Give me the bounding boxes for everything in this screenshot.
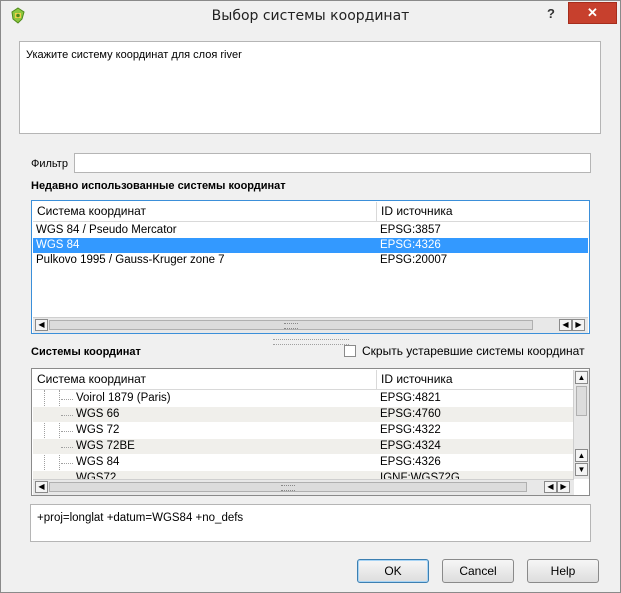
table-header: Система координат ID источника [33, 202, 588, 222]
ok-button[interactable]: OK [357, 559, 429, 583]
hide-deprecated-checkbox[interactable] [344, 345, 356, 357]
scrollbar-thumb[interactable] [49, 320, 533, 330]
crs-id: EPSG:3857 [380, 224, 441, 236]
crs-name: Pulkovo 1995 / Gauss-Kruger zone 7 [36, 254, 225, 266]
proj-definition: +proj=longlat +datum=WGS84 +no_defs [30, 504, 591, 542]
scroll-right-icon[interactable]: ▶ [572, 319, 585, 331]
grip-icon [284, 323, 298, 329]
title-bar: Выбор системы координат ? ✕ [1, 1, 620, 32]
scroll-left-icon[interactable]: ◀ [35, 319, 48, 331]
crs-name: Voirol 1879 (Paris) [76, 392, 171, 404]
crs-id: EPSG:4326 [380, 456, 441, 468]
window-title: Выбор системы координат [211, 8, 410, 24]
scroll-left-icon[interactable]: ◀ [544, 481, 557, 493]
cancel-button[interactable]: Cancel [442, 559, 514, 583]
grip-icon [281, 485, 295, 491]
tree-row[interactable]: WGS 72BE EPSG:4324 [33, 439, 574, 454]
scroll-left-icon[interactable]: ◀ [559, 319, 572, 331]
horizontal-scrollbar[interactable]: ◀ ◀ ▶ [33, 317, 588, 333]
crs-id: EPSG:4760 [380, 408, 441, 420]
table-row-selected[interactable]: WGS 84 EPSG:4326 [33, 238, 588, 253]
tree-row[interactable]: Voirol 1879 (Paris) EPSG:4821 [33, 391, 574, 406]
crs-name: WGS 84 [36, 239, 80, 251]
crs-id: EPSG:4324 [380, 440, 441, 452]
column-header-crs[interactable]: Система координат [33, 202, 377, 221]
scroll-right-icon[interactable]: ▶ [557, 481, 570, 493]
table-header: Система координат ID источника [33, 370, 573, 390]
column-header-source-id[interactable]: ID источника [377, 370, 575, 389]
scroll-up-icon[interactable]: ▲ [575, 371, 588, 384]
recent-crs-table[interactable]: Система координат ID источника WGS 84 / … [31, 200, 590, 334]
vertical-scrollbar[interactable]: ▲ ▲ ▼ [573, 370, 589, 479]
scrollbar-thumb[interactable] [49, 482, 527, 492]
crs-id: EPSG:4322 [380, 424, 441, 436]
scroll-up-icon[interactable]: ▲ [575, 449, 588, 462]
close-button[interactable]: ✕ [568, 2, 617, 24]
crs-id: IGNF:WGS72G [380, 472, 460, 479]
crs-selector-dialog: Выбор системы координат ? ✕ Укажите сист… [0, 0, 621, 593]
tree-row[interactable]: WGS 84 EPSG:4326 [33, 455, 574, 470]
table-row[interactable]: Pulkovo 1995 / Gauss-Kruger zone 7 EPSG:… [33, 253, 588, 268]
column-header-source-id[interactable]: ID источника [377, 202, 589, 221]
crs-id: EPSG:4821 [380, 392, 441, 404]
filter-label: Фильтр [31, 158, 68, 170]
horizontal-scrollbar[interactable]: ◀ ◀ ▶ [33, 479, 574, 495]
crs-name: WGS 72 [76, 424, 120, 436]
filter-input[interactable] [74, 153, 591, 173]
table-row[interactable]: WGS 84 / Pseudo Mercator EPSG:3857 [33, 223, 588, 238]
hide-deprecated-label[interactable]: Скрыть устаревшие системы координат [362, 344, 585, 358]
column-header-crs[interactable]: Система координат [33, 370, 377, 389]
layer-description: Укажите систему координат для слоя river [19, 41, 601, 134]
crs-name: WGS 72BE [76, 440, 135, 452]
crs-id: EPSG:20007 [380, 254, 448, 266]
scroll-down-icon[interactable]: ▼ [575, 463, 588, 476]
tree-row[interactable]: WGS 72 EPSG:4322 [33, 423, 574, 438]
tree-row[interactable]: WGS 66 EPSG:4760 [33, 407, 574, 422]
crs-name: WGS 84 [76, 456, 120, 468]
all-crs-heading: Системы координат [31, 346, 141, 358]
crs-name: WGS72 [76, 472, 117, 479]
crs-id: EPSG:4326 [380, 239, 441, 251]
help-title-button[interactable]: ? [538, 4, 564, 24]
tree-row-partial[interactable]: WGS72 IGNF:WGS72G [33, 471, 574, 479]
crs-name: WGS 84 / Pseudo Mercator [36, 224, 177, 236]
help-button[interactable]: Help [527, 559, 599, 583]
crs-name: WGS 66 [76, 408, 120, 420]
splitter-handle[interactable] [273, 339, 349, 345]
scroll-left-icon[interactable]: ◀ [35, 481, 48, 493]
scrollbar-thumb[interactable] [576, 386, 587, 416]
recent-crs-heading: Недавно использованные системы координат [31, 180, 286, 192]
crs-tree-table[interactable]: Система координат ID источника Voirol 18… [31, 368, 590, 496]
